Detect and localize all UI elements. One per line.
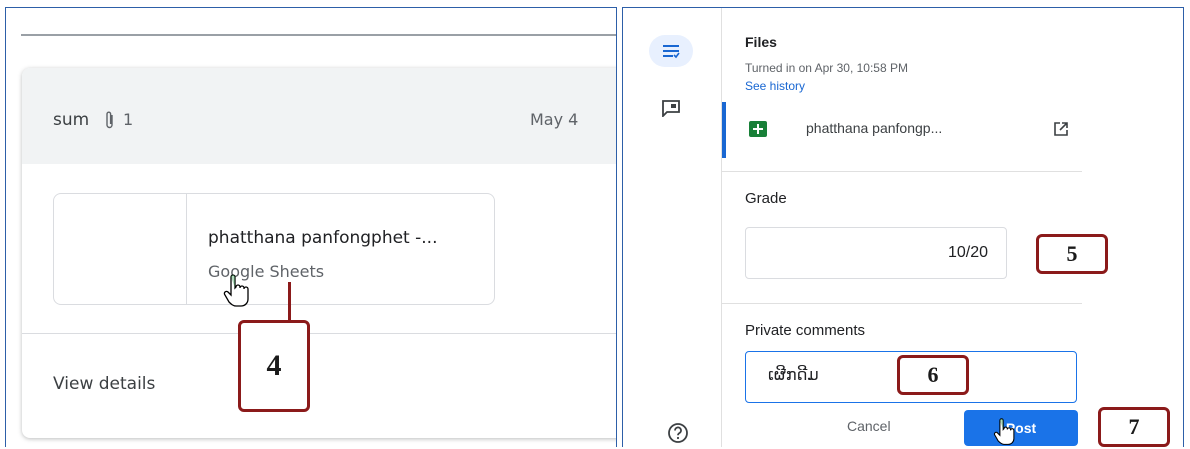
cancel-button[interactable]: Cancel [847, 418, 891, 434]
divider [721, 8, 722, 447]
attachment-tile[interactable]: phatthana panfongphet -... Google Sheets [53, 193, 495, 305]
submitted-file-row[interactable]: phatthana panfongp... [722, 102, 1082, 158]
post-button[interactable]: Post [964, 410, 1078, 446]
grade-label: Grade [745, 190, 787, 207]
submitted-file-name: phatthana panfongp... [806, 120, 943, 136]
due-date: May 4 [530, 110, 579, 129]
turned-in-timestamp: Turned in on Apr 30, 10:58 PM [745, 61, 908, 75]
hand-cursor-icon [223, 274, 249, 307]
comment-icon [662, 100, 680, 117]
help-icon[interactable] [667, 422, 689, 444]
files-heading: Files [745, 34, 777, 50]
google-sheets-icon [749, 121, 767, 137]
attachment-thumbnail [54, 194, 187, 304]
divider [22, 333, 616, 334]
callout-6: 6 [897, 355, 969, 395]
open-in-new-icon[interactable] [1053, 121, 1069, 137]
assignment-title: sum [53, 110, 90, 130]
callout-7: 7 [1098, 407, 1170, 447]
comments-tab[interactable] [649, 92, 693, 124]
view-details-link[interactable]: View details [53, 374, 155, 394]
divider [722, 303, 1082, 304]
divider [21, 34, 616, 36]
callout-5: 5 [1036, 234, 1108, 274]
private-comments-label: Private comments [745, 322, 866, 339]
side-rail [623, 8, 721, 447]
details-tab[interactable] [649, 35, 693, 67]
classwork-panel: sum 1 May 4 phatthana panfongphet -... G… [5, 7, 617, 447]
attachment-count: 1 [123, 110, 134, 129]
grade-input[interactable]: 10/20 [745, 227, 1007, 279]
assignment-card: sum 1 May 4 phatthana panfongphet -... G… [22, 68, 616, 438]
list-icon [663, 45, 680, 59]
selection-accent [722, 102, 726, 158]
attachment-name: phatthana panfongphet -... [208, 228, 438, 248]
assignment-header[interactable]: sum 1 May 4 [22, 68, 616, 164]
divider [722, 171, 1082, 172]
paperclip-icon [106, 111, 113, 129]
callout-leader [288, 282, 291, 322]
hand-cursor-icon [993, 418, 1015, 445]
callout-4: 4 [238, 320, 310, 412]
see-history-link[interactable]: See history [745, 79, 805, 93]
